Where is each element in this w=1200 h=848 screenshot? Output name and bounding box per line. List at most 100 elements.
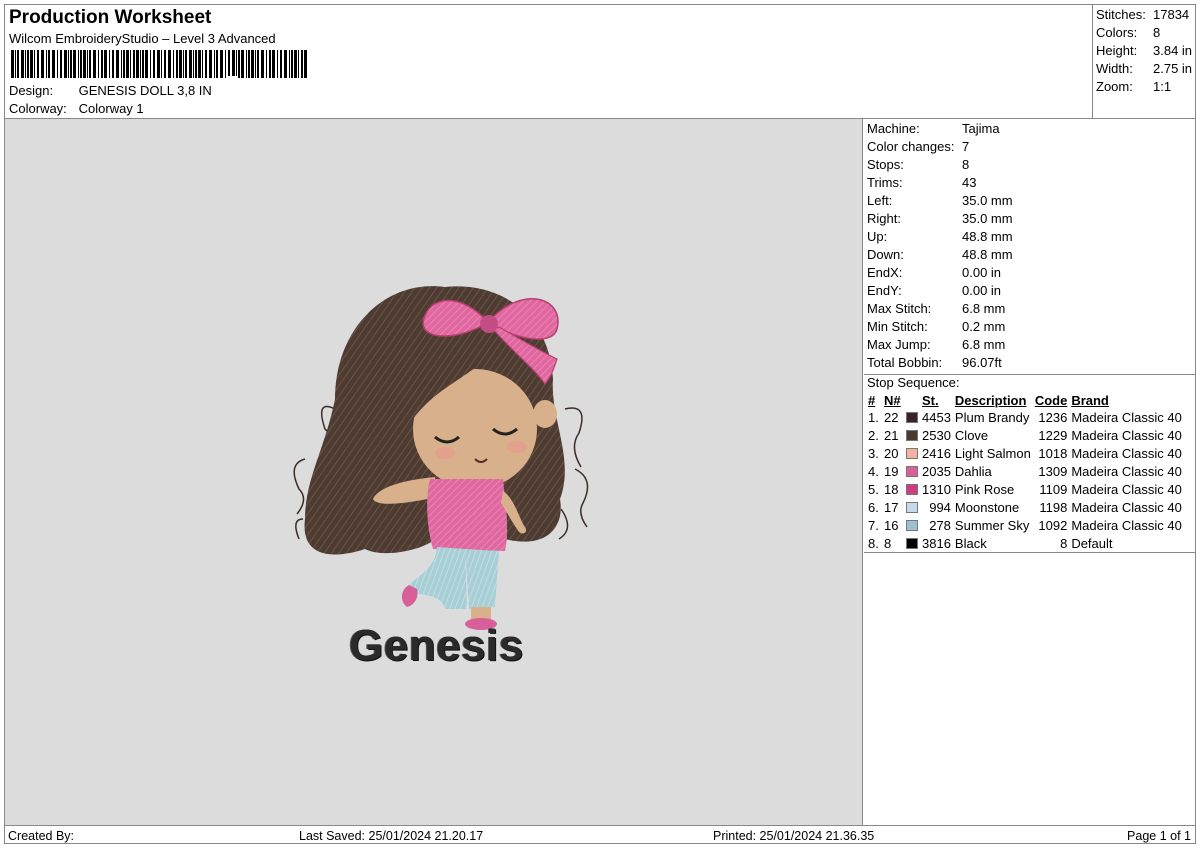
stat-label: EndX: xyxy=(867,265,903,280)
color-swatch xyxy=(904,427,920,445)
stat-row: EndX: 0.00 in xyxy=(867,264,1196,282)
thread-code: 1109 xyxy=(1039,482,1068,497)
worksheet-header: Production Worksheet Wilcom EmbroiderySt… xyxy=(5,5,1093,119)
summary-row: Stitches: 17834 xyxy=(1096,6,1196,24)
stat-value: 96.07ft xyxy=(962,355,1002,370)
summary-label: Width: xyxy=(1096,61,1133,76)
stop-row: 6. 17 994 Moonstone 1198 Madeira Classic 40 xyxy=(866,499,1184,517)
color-swatch xyxy=(904,463,920,481)
stop-number: 1. xyxy=(868,410,879,425)
thread-description: Light Salmon xyxy=(954,446,1031,461)
worksheet-footer: Created By: Last Saved: 25/01/2024 21.20… xyxy=(5,825,1195,844)
summary-row: Zoom: 1:1 xyxy=(1096,78,1196,96)
info-panel: Machine: Tajima Color changes: 7 Stops: 8 Trim… xyxy=(864,119,1196,825)
stop-table-header: # N# St. Description Code Brand xyxy=(866,391,1184,409)
thread-brand: Madeira Classic 40 xyxy=(1071,482,1182,497)
stitch-count: 3816 xyxy=(922,536,951,551)
thread-brand: Madeira Classic 40 xyxy=(1071,428,1182,443)
stat-value: 8 xyxy=(962,157,970,172)
stop-row: 1. 22 4453 Plum Brandy 1236 Madeira Classic 4… xyxy=(866,409,1184,427)
stat-label: Machine: xyxy=(867,121,920,136)
stat-value: 0.00 in xyxy=(962,283,1002,298)
summary-row: Height: 3.84 in xyxy=(1096,42,1196,60)
col-stitches: St. xyxy=(922,392,939,408)
page-title: Production Worksheet xyxy=(9,7,212,28)
thread-brand: Madeira Classic 40 xyxy=(1071,500,1182,515)
barcode-graphic xyxy=(11,50,307,78)
page-number: Page 1 of 1 xyxy=(1127,829,1191,843)
stat-label: Left: xyxy=(867,193,893,208)
col-description: Description xyxy=(954,392,1027,408)
color-swatch xyxy=(904,517,920,535)
thread-brand: Default xyxy=(1071,536,1113,551)
summary-label: Colors: xyxy=(1096,25,1138,40)
machine-stats: Machine: Tajima Color changes: 7 Stops: 8 Trim… xyxy=(864,119,1196,372)
stat-label: Min Stitch: xyxy=(867,319,928,334)
stop-number: 2. xyxy=(868,428,879,443)
colorway-label: Colorway: xyxy=(9,101,67,116)
stat-value: 35.0 mm xyxy=(962,211,1013,226)
col-code: Code xyxy=(1034,392,1068,408)
thread-color-swatch xyxy=(906,430,918,441)
needle-number: 17 xyxy=(884,500,899,515)
thread-color-swatch xyxy=(906,520,918,531)
summary-value: 17834 xyxy=(1153,7,1190,22)
thread-color-swatch xyxy=(906,466,918,477)
color-swatch xyxy=(904,445,920,463)
thread-brand: Madeira Classic 40 xyxy=(1071,446,1182,461)
thread-color-swatch xyxy=(906,412,918,423)
col-needle: N# xyxy=(884,392,901,408)
stop-number: 3. xyxy=(868,446,879,461)
printed-date: Printed: 25/01/2024 21.36.35 xyxy=(713,829,875,843)
summary-value: 1:1 xyxy=(1153,79,1172,94)
stat-value: 35.0 mm xyxy=(962,193,1013,208)
stat-value: Tajima xyxy=(962,121,1000,136)
stat-row: Left: 35.0 mm xyxy=(867,192,1196,210)
stop-row: 7. 16 278 Summer Sky 1092 Madeira Classic 40 xyxy=(866,517,1184,535)
col-brand: Brand xyxy=(1071,392,1109,408)
col-number: # xyxy=(868,392,876,408)
summary-label: Stitches: xyxy=(1096,7,1146,22)
stat-label: Stops: xyxy=(867,157,904,172)
stat-row: Stops: 8 xyxy=(867,156,1196,174)
thread-brand: Madeira Classic 40 xyxy=(1071,518,1182,533)
thread-code: 1229 xyxy=(1038,428,1068,443)
pants-right-leg xyxy=(465,549,499,609)
stat-row: Up: 48.8 mm xyxy=(867,228,1196,246)
software-name: Wilcom EmbroideryStudio – Level 3 Advanc… xyxy=(9,31,276,46)
thread-code: 1198 xyxy=(1039,500,1068,515)
stat-value: 0.00 in xyxy=(962,265,1002,280)
thread-color-swatch xyxy=(906,502,918,513)
thread-code: 1236 xyxy=(1038,410,1068,425)
stitch-count: 994 xyxy=(929,500,951,515)
stat-label: Max Jump: xyxy=(867,337,931,352)
stat-row: Right: 35.0 mm xyxy=(867,210,1196,228)
stat-row: Total Bobbin: 96.07ft xyxy=(867,354,1196,372)
color-swatch xyxy=(904,535,920,553)
needle-number: 21 xyxy=(884,428,899,443)
stop-row: 4. 19 2035 Dahlia 1309 Madeira Classic 40 xyxy=(866,463,1184,481)
stat-label: Right: xyxy=(867,211,901,226)
stop-number: 8. xyxy=(868,536,879,551)
colorway-row: Colorway: Colorway 1 xyxy=(9,101,144,116)
needle-number: 16 xyxy=(884,518,899,533)
color-swatch xyxy=(904,481,920,499)
stat-row: Trims: 43 xyxy=(867,174,1196,192)
design-row: Design: GENESIS DOLL 3,8 IN xyxy=(9,83,212,98)
right-cheek xyxy=(507,441,527,453)
design-summary: Stitches: 17834 Colors: 8 Height: 3.84 in W… xyxy=(1092,5,1196,119)
summary-value: 3.84 in xyxy=(1153,43,1193,58)
thread-color-swatch xyxy=(906,484,918,495)
shirt xyxy=(427,479,508,551)
last-saved: Last Saved: 25/01/2024 21.20.17 xyxy=(299,829,484,843)
stop-number: 4. xyxy=(868,464,879,479)
summary-label: Height: xyxy=(1096,43,1138,58)
thread-color-swatch xyxy=(906,448,918,459)
left-shoe xyxy=(401,585,418,607)
stop-sequence-title: Stop Sequence: xyxy=(867,375,960,390)
summary-value: 8 xyxy=(1153,25,1161,40)
ear xyxy=(533,400,557,428)
needle-number: 8 xyxy=(884,536,892,551)
needle-number: 19 xyxy=(884,464,899,479)
stop-number: 5. xyxy=(868,482,879,497)
